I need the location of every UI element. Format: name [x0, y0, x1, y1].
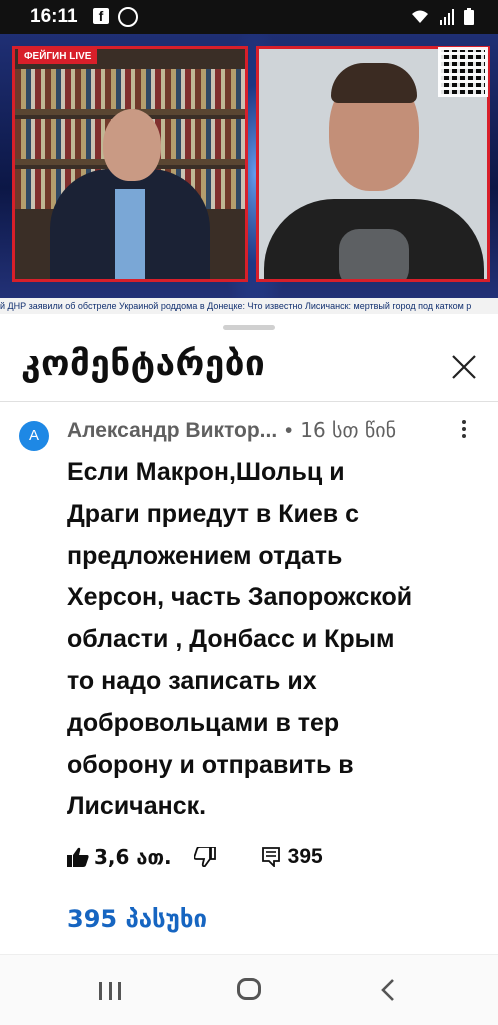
meta-separator: • [285, 419, 293, 442]
signal-icon [440, 8, 454, 25]
dislike-button[interactable] [193, 847, 216, 867]
comment-line: Лисичанск. [67, 792, 207, 821]
qr-code [438, 47, 488, 97]
guest-hair [331, 63, 417, 103]
view-replies-link[interactable]: 395 პასუხი [67, 905, 207, 933]
thumbs-up-icon [67, 847, 89, 867]
like-button[interactable]: 3,6 ათ. [67, 845, 172, 869]
sheet-title: კომენტარები [21, 344, 266, 384]
close-icon [452, 355, 476, 379]
status-time: 16:11 [30, 6, 78, 27]
reply-button[interactable]: 395 [261, 845, 323, 869]
video-panel-host [12, 46, 248, 282]
divider [0, 401, 498, 402]
like-count: 3,6 ათ. [94, 845, 172, 869]
back-icon [381, 979, 394, 1001]
status-bar: 16:11 f [0, 0, 498, 34]
comment-actions: 3,6 ათ. 395 [67, 842, 323, 872]
drag-handle[interactable] [223, 325, 275, 330]
recents-icon-bar [108, 982, 112, 1000]
reply-count: 395 [287, 845, 323, 868]
bookshelf [15, 69, 245, 109]
host-head [103, 109, 161, 181]
more-options-icon-dot [462, 427, 466, 431]
thumbs-down-icon [193, 847, 216, 867]
comment-line: Драги приедут в Киев с [67, 499, 359, 528]
recents-icon-bar [118, 982, 121, 1000]
recents-icon [99, 982, 102, 1000]
close-button[interactable] [448, 351, 480, 383]
channel-logo: ФЕЙГИН LIVE [18, 49, 98, 64]
system-nav-bar [0, 954, 498, 1025]
more-options-icon-dot [462, 434, 466, 438]
reply-comment-icon [261, 847, 280, 867]
home-button[interactable] [237, 978, 261, 1000]
video-player[interactable]: ФЕЙГИН LIVE й ДНР заявили об обстреле Ук… [0, 34, 498, 314]
recent-apps-button[interactable] [99, 982, 121, 1000]
comments-sheet: კომენტარები A Александр Виктор... • 16 ს… [0, 314, 498, 954]
comment-line: то надо записать их [67, 666, 317, 695]
more-options-icon [462, 420, 466, 424]
comment-body: Если Макрон,Шольц и Драги приедут в Киев… [67, 452, 467, 828]
battery-icon [464, 8, 474, 25]
comment-line: области , Донбасс и Крым [67, 625, 395, 654]
avatar[interactable]: A [19, 421, 49, 451]
comment-line: добровольцами в тер [67, 708, 340, 737]
comment-line: предложением отдать [67, 541, 343, 570]
comment-line: оборону и отправить в [67, 750, 354, 779]
wifi-icon [410, 9, 430, 25]
comment-meta: Александр Виктор... • 16 სთ წინ [67, 418, 396, 443]
comment-author[interactable]: Александр Виктор... [67, 419, 277, 442]
host-shirt [115, 189, 145, 279]
comment-line: Если Макрон,Шольц и [67, 458, 345, 486]
back-button[interactable] [380, 977, 396, 1008]
more-options-button[interactable] [457, 418, 471, 444]
guest-shirt-print [339, 229, 409, 279]
comment-line: Херсон, часть Запорожской [67, 583, 413, 612]
facebook-icon: f [93, 8, 109, 24]
comment-time: 16 სთ წინ [300, 418, 397, 442]
news-ticker: й ДНР заявили об обстреле Украиной роддо… [0, 298, 498, 314]
camera-icon [118, 7, 138, 27]
